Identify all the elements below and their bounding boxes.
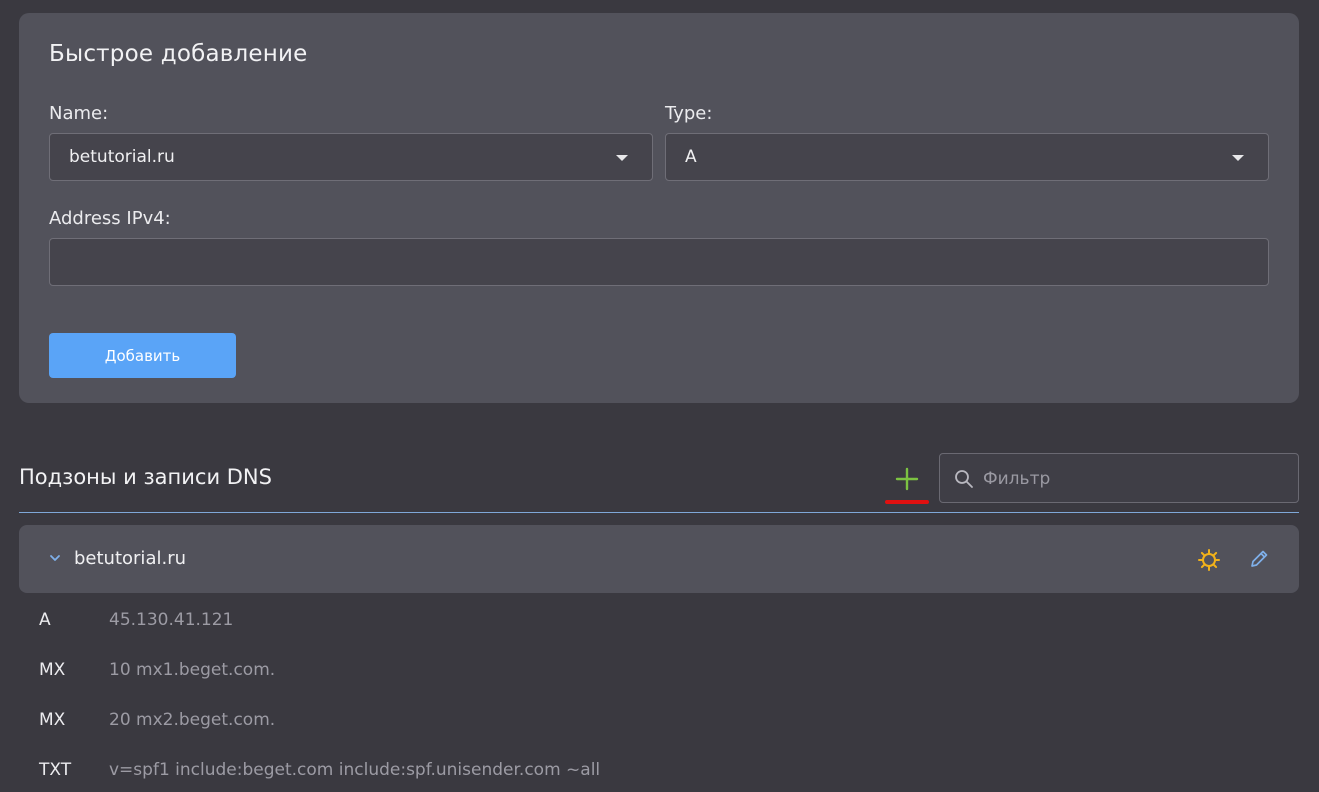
gear-icon[interactable] [1197, 548, 1221, 572]
record-value: 45.130.41.121 [109, 610, 234, 630]
zone-name: betutorial.ru [74, 548, 186, 569]
type-select-value: A [685, 147, 697, 167]
record-type: MX [39, 710, 66, 730]
quick-add-title: Быстрое добавление [49, 41, 308, 67]
record-type: TXT [39, 760, 72, 780]
record-type: MX [39, 660, 66, 680]
address-input[interactable] [49, 238, 1269, 286]
name-label: Name: [49, 103, 109, 124]
address-label: Address IPv4: [49, 208, 171, 229]
type-select[interactable]: A [665, 133, 1269, 181]
search-icon [955, 470, 973, 488]
name-select[interactable]: betutorial.ru [49, 133, 653, 181]
zone-row[interactable]: betutorial.ru [19, 525, 1299, 593]
record-value: v=spf1 include:beget.com include:spf.uni… [109, 760, 601, 780]
type-label: Type: [665, 103, 713, 124]
filter-field[interactable] [939, 453, 1299, 503]
filter-input[interactable] [981, 466, 1285, 492]
pencil-icon[interactable] [1248, 548, 1270, 570]
records-section-title: Подзоны и записи DNS [19, 465, 272, 489]
record-value: 20 mx2.beget.com. [109, 710, 276, 730]
quick-add-card: Быстрое добавление Name: betutorial.ru T… [19, 13, 1299, 403]
add-record-button[interactable] [889, 462, 925, 496]
chevron-down-icon [616, 155, 628, 161]
plus-icon [895, 467, 919, 491]
chevron-down-icon[interactable] [49, 554, 61, 562]
record-type: A [39, 610, 51, 630]
chevron-down-icon [1232, 155, 1244, 161]
name-select-value: betutorial.ru [69, 147, 175, 167]
highlight-underline [885, 500, 929, 504]
add-button[interactable]: Добавить [49, 333, 236, 378]
record-value: 10 mx1.beget.com. [109, 660, 276, 680]
section-divider [19, 512, 1299, 513]
